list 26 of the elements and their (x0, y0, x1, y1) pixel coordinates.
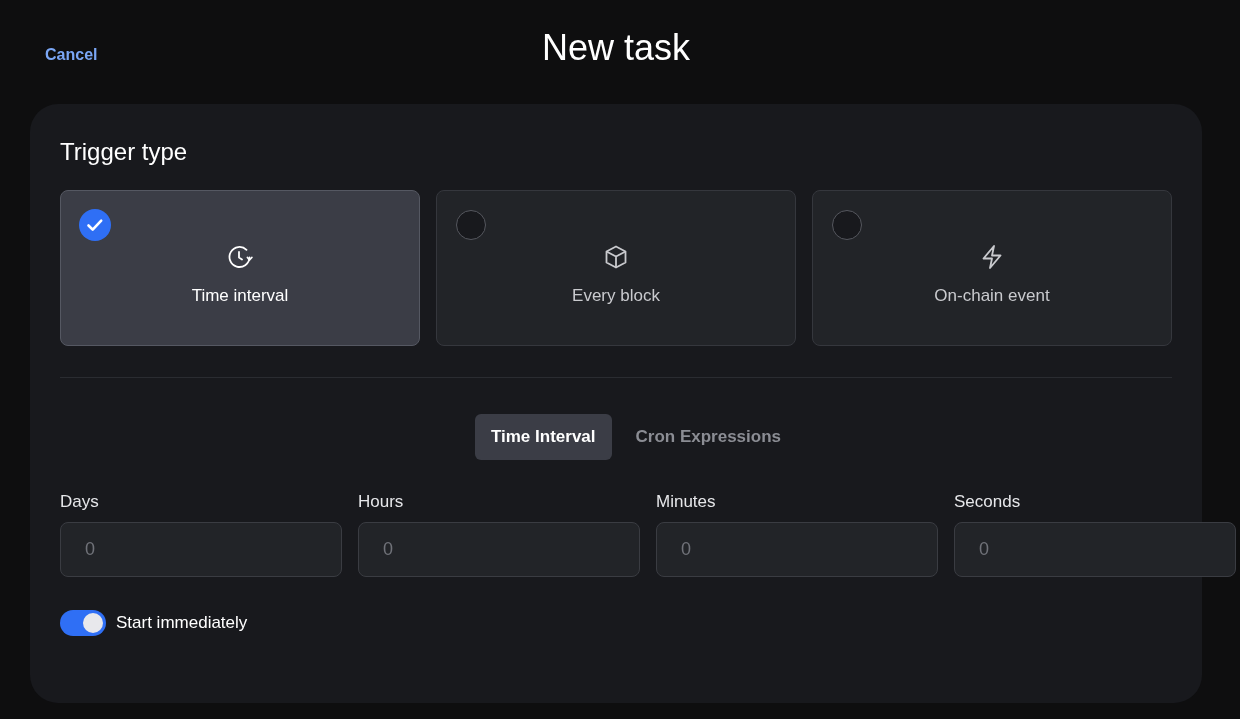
page-title: New task (541, 27, 690, 69)
radio-circle-icon (456, 210, 486, 240)
radio-circle-icon (832, 210, 862, 240)
check-icon (79, 209, 111, 241)
toggle-label: Start immediately (116, 613, 248, 633)
tab[interactable]: Cron Expressions (619, 414, 798, 460)
clock-refresh-icon (227, 244, 253, 270)
field-label: Minutes (656, 492, 717, 512)
option-label: On-chain event (934, 286, 1050, 306)
number-input-field[interactable]: 0 (60, 522, 342, 577)
cube-icon (603, 244, 629, 270)
field-label: Days (60, 492, 100, 512)
option-label: Time interval (191, 286, 289, 306)
trigger-option-card[interactable]: Every block (436, 190, 796, 346)
tab[interactable]: Time Interval (474, 414, 612, 460)
toggle-switch[interactable] (60, 610, 106, 636)
field-label: Seconds (954, 492, 1022, 512)
number-input-field[interactable]: 0 (954, 522, 1236, 577)
number-input-field[interactable]: 0 (656, 522, 938, 577)
trigger-option-card[interactable]: On-chain event (812, 190, 1172, 346)
cancel-link[interactable]: Cancel (45, 46, 98, 64)
field-label: Hours (358, 492, 405, 512)
trigger-option-card[interactable]: Time interval (60, 190, 420, 346)
number-input-field[interactable]: 0 (358, 522, 640, 577)
section-title: Trigger type (60, 138, 189, 166)
option-label: Every block (572, 286, 660, 306)
